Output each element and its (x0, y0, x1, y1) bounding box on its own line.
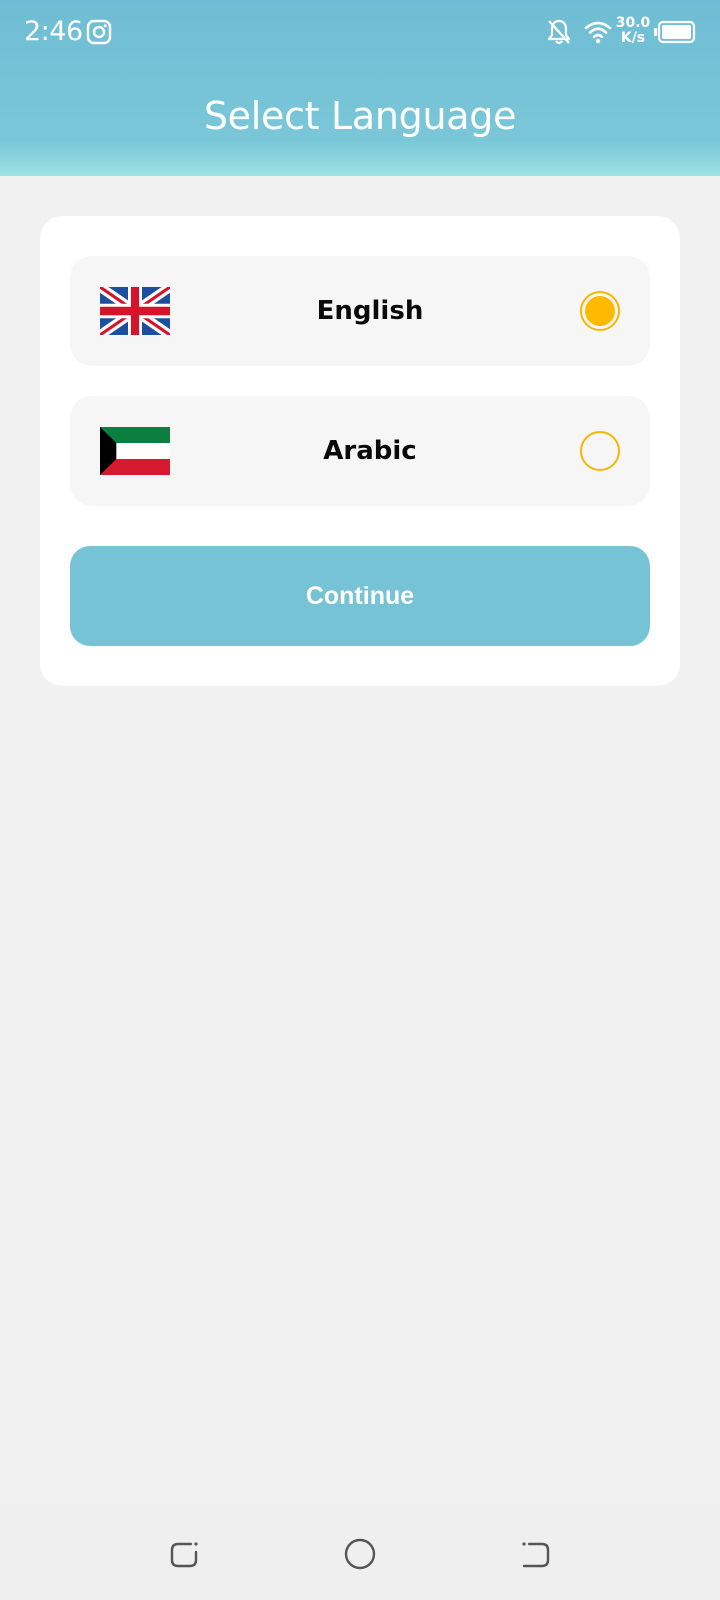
network-speed-value: 30.0 (615, 15, 651, 31)
recents-icon[interactable] (164, 1534, 204, 1574)
battery-icon (654, 20, 696, 44)
home-icon[interactable] (340, 1534, 380, 1574)
radio-arabic[interactable] (580, 431, 620, 471)
kuwait-flag-icon (100, 427, 170, 475)
status-bar: 2:46 30.0 K/s (0, 0, 720, 64)
instagram-icon (86, 19, 112, 45)
language-option-english[interactable]: English (70, 256, 650, 366)
back-icon[interactable] (516, 1534, 556, 1574)
language-label-arabic: Arabic (323, 436, 417, 466)
status-time: 2:46 (24, 16, 83, 47)
page-title: Select Language (203, 94, 517, 138)
language-label-english: English (316, 296, 424, 326)
uk-flag-icon (100, 287, 170, 335)
wifi-icon (584, 21, 612, 44)
language-option-arabic[interactable]: Arabic (70, 396, 650, 506)
network-speed-unit: K/s (620, 30, 646, 46)
system-nav-bar (0, 1504, 720, 1600)
app-header: 2:46 30.0 K/s Select Language (0, 0, 720, 176)
network-speed: 30.0 K/s (614, 16, 652, 46)
language-card: English Arabic Continue (40, 216, 680, 686)
bell-off-icon (547, 19, 571, 45)
continue-button[interactable]: Continue (70, 546, 650, 646)
radio-english-selected[interactable] (580, 291, 620, 331)
